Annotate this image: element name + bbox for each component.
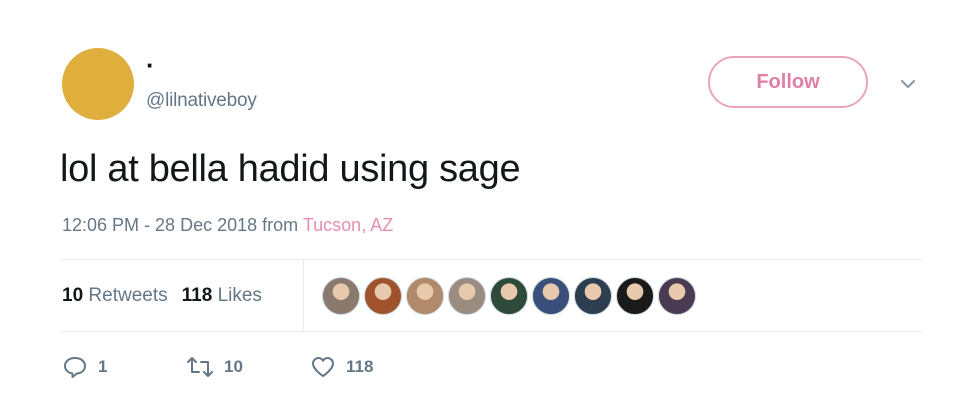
- likers-avatars: [322, 277, 696, 315]
- reply-count: 1: [98, 357, 108, 376]
- liker-avatar[interactable]: [406, 277, 444, 315]
- retweet-count: 10: [224, 357, 243, 376]
- tweet-text: lol at bella hadid using sage: [60, 148, 521, 190]
- like-button[interactable]: 118: [310, 355, 373, 379]
- location-link[interactable]: Tucson, AZ: [303, 215, 393, 235]
- liker-avatar[interactable]: [364, 277, 402, 315]
- liker-avatar[interactable]: [616, 277, 654, 315]
- reply-button[interactable]: 1: [62, 355, 107, 379]
- liker-avatar[interactable]: [490, 277, 528, 315]
- tweet-timestamp[interactable]: 12:06 PM - 28 Dec 2018: [62, 215, 257, 235]
- reply-icon: [62, 355, 88, 379]
- stats-divider: [303, 260, 304, 331]
- follow-button[interactable]: Follow: [708, 56, 868, 108]
- heart-icon: [310, 355, 336, 379]
- liker-avatar[interactable]: [532, 277, 570, 315]
- like-count: 118: [346, 357, 374, 376]
- likes-stat[interactable]: 118 Likes: [182, 285, 262, 306]
- retweets-label: Retweets: [88, 285, 168, 306]
- likes-count: 118: [181, 285, 213, 306]
- from-label: from: [262, 215, 299, 235]
- user-handle[interactable]: @lilnativeboy: [146, 90, 257, 112]
- divider-top: [60, 259, 922, 260]
- tweet-meta: 12:06 PM - 28 Dec 2018 from Tucson, AZ: [62, 215, 393, 236]
- tweet-stats: 10 Retweets 118 Likes: [62, 285, 262, 307]
- liker-avatar[interactable]: [322, 277, 360, 315]
- liker-avatar[interactable]: [658, 277, 696, 315]
- divider-bottom: [60, 331, 922, 332]
- retweet-button[interactable]: 10: [186, 355, 243, 379]
- chevron-down-icon[interactable]: [896, 72, 920, 96]
- avatar[interactable]: [62, 48, 134, 120]
- likes-label: Likes: [217, 285, 262, 306]
- retweets-count: 10: [62, 285, 84, 306]
- retweet-icon: [186, 355, 214, 379]
- liker-avatar[interactable]: [448, 277, 486, 315]
- display-name[interactable]: ·: [146, 52, 155, 78]
- retweets-stat[interactable]: 10 Retweets: [62, 285, 168, 306]
- liker-avatar[interactable]: [574, 277, 612, 315]
